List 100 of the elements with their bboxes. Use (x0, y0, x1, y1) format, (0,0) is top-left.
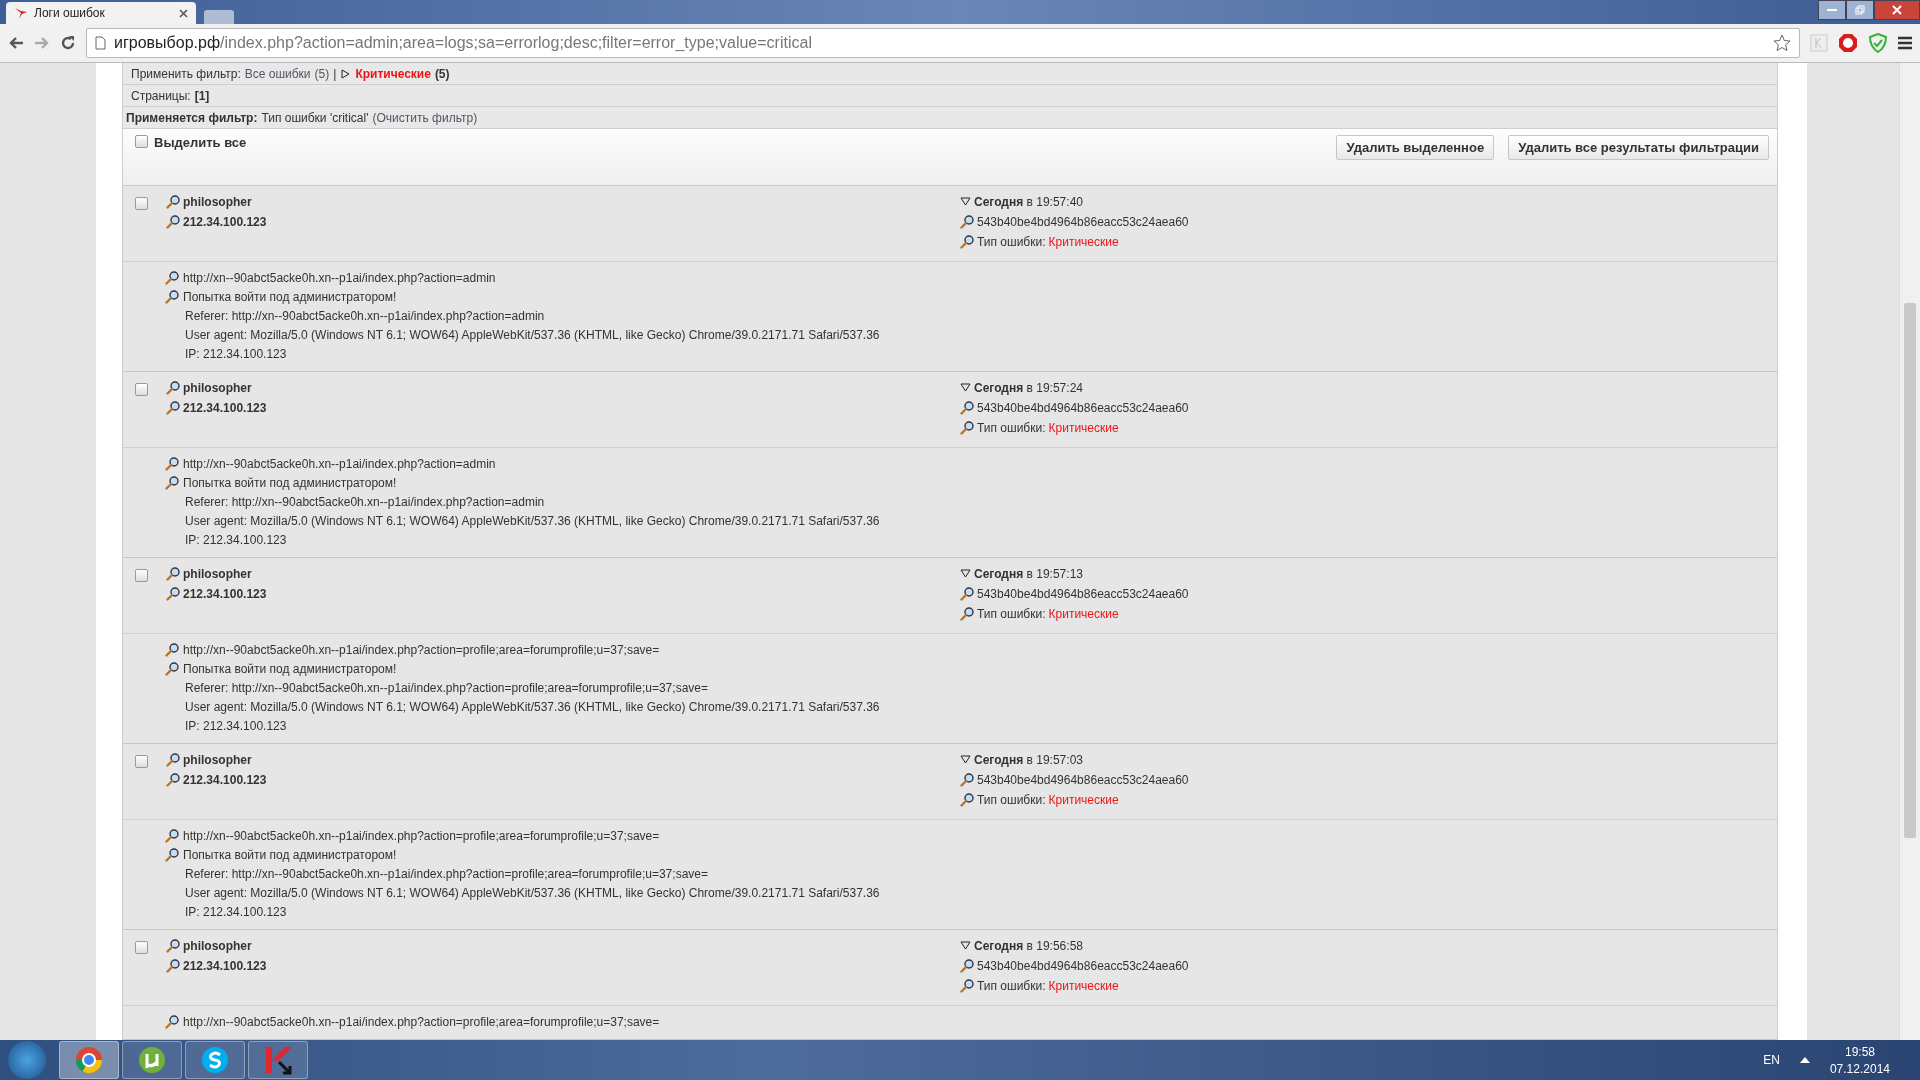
error-type-value: Критические (1048, 421, 1119, 436)
magnifier-icon (960, 959, 974, 974)
start-button[interactable] (8, 1041, 46, 1079)
restore-button[interactable] (1846, 0, 1874, 20)
magnifier-icon (165, 643, 179, 658)
magnifier-icon (165, 457, 179, 472)
detail-text: Попытка войти под администратором! (183, 476, 397, 491)
triangle-down-icon (960, 197, 971, 208)
detail-text: http://xn--90abct5acke0h.xn--p1ai/index.php?action=admin (183, 457, 496, 472)
magnifier-icon (960, 587, 974, 602)
taskbar-app-button[interactable] (59, 1041, 119, 1079)
error-type-label: Тип ошибки: (977, 235, 1046, 250)
magnifier-icon (165, 848, 179, 863)
taskbar-app-button[interactable] (248, 1041, 308, 1079)
triangle-down-icon (960, 383, 971, 394)
magnifier-icon (166, 959, 180, 974)
magnifier-icon (166, 587, 180, 602)
detail-text: User agent: Mozilla/5.0 (Windows NT 6.1; WOW64) AppleWebKit/537.36 (KHTML, like Gecko) Chrome/39.0.2171.71 Safari/537.36 (185, 886, 880, 901)
magnifier-icon (165, 1015, 179, 1030)
username: philosopher (183, 567, 252, 582)
delete-button[interactable]: Удалить все результаты фильтрации (1508, 135, 1769, 161)
address-bar[interactable]: игровыбор.рф/index.php?action=admin;area=logs;sa=errorlog;desc;filter=error_type;value=critical (86, 28, 1800, 58)
minimize-button[interactable] (1818, 0, 1846, 20)
delete-button[interactable]: Удалить выделенное (1336, 135, 1495, 161)
entry-checkbox[interactable] (135, 383, 148, 396)
language-indicator[interactable]: EN (1763, 1053, 1780, 1067)
magnifier-icon (166, 753, 180, 768)
clock-date: 07.12.2014 (1829, 1061, 1890, 1076)
shield-check-icon[interactable] (1868, 33, 1888, 53)
triangle-down-icon (960, 569, 971, 580)
bird-icon (14, 6, 28, 20)
detail-text: Referer: http://xn--90abct5acke0h.xn--p1ai/index.php?action=admin (185, 309, 545, 324)
minimize-icon (1827, 8, 1837, 12)
magnifier-icon (960, 979, 974, 994)
error-type-value: Критические (1048, 979, 1119, 994)
detail-text: Referer: http://xn--90abct5acke0h.xn--p1ai/index.php?action=profile;area=forumprofile;u=37;save= (185, 867, 708, 882)
error-hash: 543b40be4bd4964b86eacc53c24aea60 (977, 959, 1189, 974)
entry-checkbox[interactable] (135, 941, 148, 954)
star-icon[interactable] (1773, 34, 1791, 52)
taskbar-app-button[interactable] (122, 1041, 182, 1079)
error-hash: 543b40be4bd4964b86eacc53c24aea60 (977, 773, 1189, 788)
detail-text: User agent: Mozilla/5.0 (Windows NT 6.1; WOW64) AppleWebKit/537.36 (KHTML, like Gecko) Chrome/39.0.2171.71 Safari/537.36 (185, 514, 880, 529)
stop-hand-icon[interactable] (1838, 33, 1858, 53)
close-button[interactable] (1874, 0, 1920, 20)
select-all-checkbox[interactable] (135, 135, 148, 149)
error-type-label: Тип ошибки: (977, 607, 1046, 622)
magnifier-icon (166, 939, 180, 954)
detail-text: Попытка войти под администратором! (183, 290, 397, 305)
triangle-right-icon (340, 68, 352, 79)
detail-text: Попытка войти под администратором! (183, 662, 397, 677)
s-logo-icon (201, 1046, 229, 1074)
applied-filter-value: Тип ошибки 'critical' (261, 110, 369, 125)
scrollbar[interactable] (1899, 63, 1920, 1040)
filter-link[interactable]: Все ошибки (244, 66, 311, 81)
detail-text: http://xn--90abct5acke0h.xn--p1ai/index.php?action=profile;area=forumprofile;u=37;save= (183, 1015, 660, 1030)
detail-text: IP: 212.34.100.123 (185, 905, 287, 920)
ip-address: 212.34.100.123 (183, 215, 267, 230)
error-type-label: Тип ошибки: (977, 979, 1046, 994)
error-hash: 543b40be4bd4964b86eacc53c24aea60 (977, 401, 1189, 416)
filter-link[interactable]: Критические (355, 66, 431, 81)
magnifier-icon (960, 401, 974, 416)
filter-label: Применить фильтр: (131, 66, 241, 81)
browser-tab[interactable]: Логи ошибок (6, 2, 196, 24)
circle-logo-icon (75, 1046, 103, 1074)
magnifier-icon (960, 215, 974, 230)
error-type-value: Критические (1048, 235, 1119, 250)
reload-icon[interactable] (60, 35, 76, 51)
taskbar-app-button[interactable] (185, 1041, 245, 1079)
ip-address: 212.34.100.123 (183, 587, 267, 602)
magnifier-icon (165, 829, 179, 844)
entry-checkbox[interactable] (135, 569, 148, 582)
filter-count: (5) (314, 66, 330, 81)
triangle-down-icon (960, 941, 971, 952)
triangle-down-icon (960, 755, 971, 766)
close-icon[interactable] (179, 8, 188, 18)
pages-label: Страницы: (131, 88, 191, 103)
detail-text: Referer: http://xn--90abct5acke0h.xn--p1ai/index.php?action=profile;area=forumprofile;u=37;save= (185, 681, 708, 696)
username: philosopher (183, 381, 252, 396)
page-number: [1] (194, 88, 210, 103)
detail-text: IP: 212.34.100.123 (185, 533, 287, 548)
menu-icon[interactable] (1898, 36, 1912, 50)
magnifier-icon (960, 235, 974, 250)
error-type-label: Тип ошибки: (977, 421, 1046, 436)
magnifier-icon (166, 567, 180, 582)
magnifier-icon (960, 421, 974, 436)
magnifier-icon (960, 607, 974, 622)
back-icon[interactable] (8, 36, 24, 50)
detail-text: Попытка войти под администратором! (183, 848, 397, 863)
tray-arrow-icon[interactable] (1799, 1057, 1810, 1063)
detail-text: User agent: Mozilla/5.0 (Windows NT 6.1; WOW64) AppleWebKit/537.36 (KHTML, like Gecko) Chrome/39.0.2171.71 Safari/537.36 (185, 328, 880, 343)
timestamp: Сегодня в 19:57:03 (974, 753, 1083, 768)
magnifier-icon (166, 773, 180, 788)
detail-text: http://xn--90abct5acke0h.xn--p1ai/index.php?action=profile;area=forumprofile;u=37;save= (183, 829, 660, 844)
error-type-label: Тип ошибки: (977, 793, 1046, 808)
magnifier-icon (960, 773, 974, 788)
entry-checkbox[interactable] (135, 197, 148, 210)
magnifier-icon (165, 476, 179, 491)
magnifier-icon (165, 662, 179, 677)
clear-filter-link[interactable]: (Очистить фильтр) (372, 110, 478, 125)
entry-checkbox[interactable] (135, 755, 148, 768)
